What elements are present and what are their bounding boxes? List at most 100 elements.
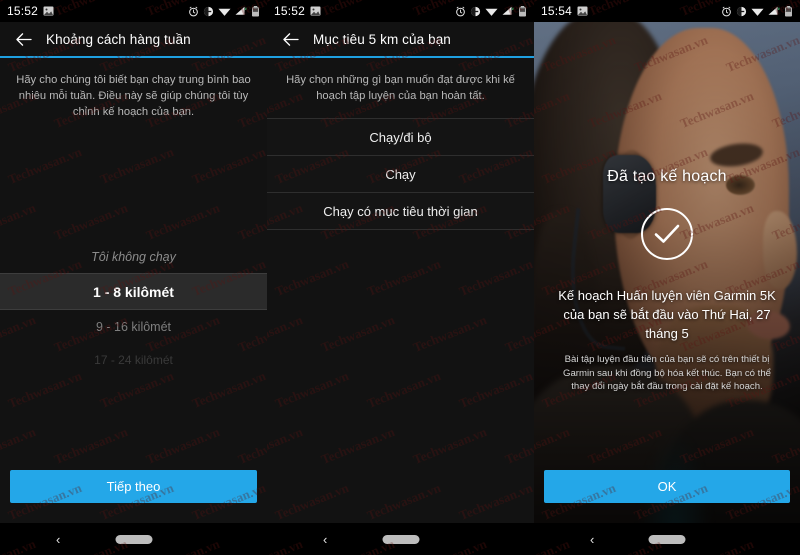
- alarm-icon: [456, 6, 465, 16]
- plan-created-panel: Đã tạo kế hoạch Kế hoạch Huấn luyện viên…: [534, 168, 800, 394]
- watermark-text: Techwasan.vn: [51, 199, 130, 244]
- battery-icon: [785, 5, 792, 17]
- status-icons: [455, 5, 527, 17]
- nav-back-button[interactable]: ‹: [56, 533, 60, 546]
- signal-icon: [502, 6, 514, 15]
- watermark-text: Techwasan.vn: [143, 199, 222, 244]
- watermark-text: Techwasan.vn: [272, 367, 351, 412]
- watermark-text: Techwasan.vn: [456, 479, 534, 524]
- next-button[interactable]: Tiếp theo: [10, 470, 257, 503]
- phone-screen-plan-created: 15:54 Đã tạo kế hoạch Kế hoạch Huấn luyệ…: [534, 0, 800, 555]
- status-time-group: 15:54: [541, 4, 588, 18]
- status-icons: [188, 5, 260, 17]
- picker-option-17-24[interactable]: 17 - 24 kilômét: [0, 343, 267, 376]
- watermark-text: Techwasan.vn: [272, 479, 351, 524]
- watermark-text: Techwasan.vn: [235, 199, 267, 244]
- progress-accent-line: [267, 56, 534, 58]
- phone-screen-5k-goal: 15:52 Mục tiêu 5 km của bạn Hãy chọn nhữ…: [267, 0, 534, 555]
- progress-accent-line: [0, 56, 267, 58]
- watermark-text: Techwasan.vn: [502, 423, 534, 468]
- watermark-text: Techwasan.vn: [0, 423, 38, 468]
- phone-screen-weekly-distance: 15:52 Khoảng cách hàng tuần Hãy cho chún…: [0, 0, 267, 555]
- page-title: Mục tiêu 5 km của bạn: [313, 31, 451, 47]
- check-circle-icon: [641, 208, 693, 260]
- three-phone-screenshots: 15:52 Khoảng cách hàng tuần Hãy cho chún…: [0, 0, 800, 555]
- watermark-text: Techwasan.vn: [364, 367, 443, 412]
- status-time: 15:54: [541, 4, 573, 18]
- watermark-text: Techwasan.vn: [5, 143, 84, 188]
- watermark-text: Techwasan.vn: [456, 367, 534, 412]
- picker-option-selected[interactable]: 1 - 8 kilômét: [0, 273, 267, 310]
- wifi-icon: [485, 8, 498, 16]
- back-button[interactable]: [277, 26, 303, 52]
- check-mark-icon: [654, 224, 680, 243]
- watermark-text: Techwasan.vn: [410, 423, 489, 468]
- watermark-text: Techwasan.vn: [318, 311, 397, 356]
- wifi-icon: [751, 8, 764, 16]
- list-item-run-walk[interactable]: Chạy/đi bộ: [267, 119, 534, 155]
- battery-icon: [252, 5, 259, 17]
- system-nav-bar: ‹: [267, 523, 534, 555]
- nav-back-button[interactable]: ‹: [590, 533, 594, 546]
- status-bar: 15:52: [0, 0, 267, 22]
- watermark-text: Techwasan.vn: [143, 423, 222, 468]
- alarm-icon: [189, 6, 198, 16]
- watermark-text: Techwasan.vn: [364, 479, 443, 524]
- back-button[interactable]: [10, 26, 36, 52]
- dnd-icon: [736, 6, 747, 16]
- list-divider: [267, 229, 534, 230]
- toolbar: Khoảng cách hàng tuần: [0, 22, 267, 56]
- status-bar: 15:54: [534, 0, 800, 22]
- watermark-text: Techwasan.vn: [0, 199, 38, 244]
- intro-text: Hãy chọn những gì bạn muốn đạt được khi …: [286, 74, 515, 102]
- watermark-text: Techwasan.vn: [97, 143, 176, 188]
- picker-option-no-run[interactable]: Tôi không chạy: [0, 240, 267, 273]
- status-time: 15:52: [7, 4, 39, 18]
- watermark-text: Techwasan.vn: [318, 423, 397, 468]
- watermark-text: Techwasan.vn: [272, 255, 351, 300]
- nav-home-pill[interactable]: [648, 534, 686, 544]
- status-icons: [721, 5, 793, 17]
- goal-options-list: Chạy/đi bộ Chạy Chạy có mục tiêu thời gi…: [267, 118, 534, 230]
- toolbar: Mục tiêu 5 km của bạn: [267, 22, 534, 56]
- nav-home-pill[interactable]: [382, 534, 419, 544]
- alarm-icon: [722, 6, 731, 16]
- status-time: 15:52: [274, 4, 306, 18]
- system-nav-bar: ‹: [534, 523, 800, 555]
- status-time-group: 15:52: [7, 4, 54, 18]
- nav-back-button[interactable]: ‹: [323, 533, 327, 546]
- watermark-text: Techwasan.vn: [502, 311, 534, 356]
- dnd-icon: [470, 6, 481, 16]
- dnd-icon: [203, 6, 214, 16]
- signal-icon: [768, 6, 780, 15]
- watermark-text: Techwasan.vn: [189, 143, 267, 188]
- list-item-run[interactable]: Chạy: [267, 156, 534, 192]
- battery-icon: [519, 5, 526, 17]
- nav-home-pill[interactable]: [115, 534, 152, 544]
- page-title: Khoảng cách hàng tuần: [46, 31, 191, 47]
- watermark-text: Techwasan.vn: [267, 423, 305, 468]
- weekly-distance-picker[interactable]: Tôi không chạy 1 - 8 kilômét 9 - 16 kilô…: [0, 240, 267, 376]
- watermark-text: Techwasan.vn: [235, 423, 267, 468]
- screenshot-icon: [577, 6, 588, 16]
- signal-icon: [235, 6, 247, 15]
- arrow-left-icon: [15, 32, 32, 46]
- arrow-left-icon: [282, 32, 299, 46]
- screenshot-icon: [43, 6, 54, 16]
- watermark-text: Techwasan.vn: [410, 311, 489, 356]
- status-bar: 15:52: [267, 0, 534, 22]
- plan-created-title: Đã tạo kế hoạch: [607, 168, 727, 185]
- watermark-text: Techwasan.vn: [364, 255, 443, 300]
- intro-text: Hãy cho chúng tôi biết bạn chạy trung bì…: [16, 74, 251, 118]
- watermark-text: Techwasan.vn: [267, 311, 305, 356]
- system-nav-bar: ‹: [0, 523, 267, 555]
- plan-detail-text: Bài tập luyện đầu tiên của bạn sẽ có trê…: [563, 354, 771, 392]
- watermark-text: Techwasan.vn: [456, 255, 534, 300]
- plan-summary-text: Kế hoạch Huấn luyện viên Garmin 5K của b…: [558, 288, 776, 341]
- picker-option-9-16[interactable]: 9 - 16 kilômét: [0, 310, 267, 343]
- list-item-run-time-goal[interactable]: Chạy có mục tiêu thời gian: [267, 193, 534, 229]
- wifi-icon: [218, 8, 231, 16]
- ok-button[interactable]: OK: [544, 470, 790, 503]
- status-time-group: 15:52: [274, 4, 321, 18]
- screenshot-icon: [310, 6, 321, 16]
